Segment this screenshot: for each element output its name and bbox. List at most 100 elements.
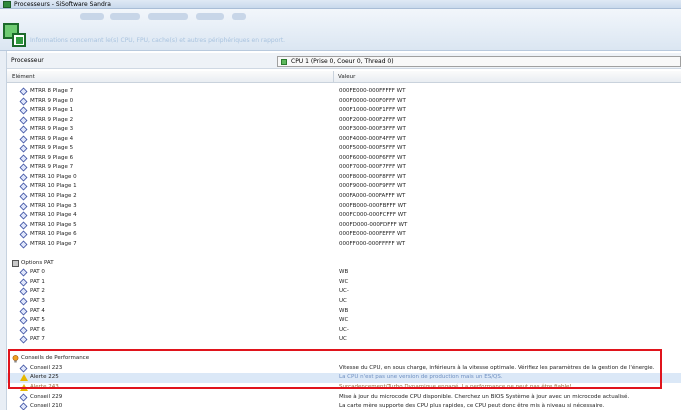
row-name: MTRR 10 Plage 5 xyxy=(30,221,77,228)
row-name: Conseil 229 xyxy=(30,393,63,400)
register-diamond-icon xyxy=(19,307,28,316)
table-row[interactable]: MTRR 9 Plage 0 000F0000-000F0FFF WT xyxy=(7,97,681,107)
table-row[interactable]: MTRR 9 Plage 6 000F6000-000F6FFF WT xyxy=(7,154,681,164)
tip-diamond-icon xyxy=(19,393,28,401)
processor-module-icon xyxy=(3,23,27,49)
row-name: MTRR 10 Plage 2 xyxy=(30,193,77,200)
register-diamond-icon xyxy=(19,240,28,249)
table-row[interactable]: MTRR 10 Plage 2 000FA000-000FAFFF WT xyxy=(7,192,681,202)
row-name: PAT 1 xyxy=(30,278,45,285)
register-diamond-icon xyxy=(19,192,28,201)
column-header-element[interactable]: Elément xyxy=(12,74,35,80)
row-value: WB xyxy=(339,269,349,276)
register-diamond-icon xyxy=(19,106,28,115)
register-diamond-icon xyxy=(19,202,28,211)
table-row[interactable]: PAT 6 UC- xyxy=(7,326,681,336)
toolbar-button[interactable] xyxy=(80,13,104,20)
title-bar: Processeurs - SiSoftware Sandra xyxy=(0,0,681,9)
row-value: 000F1000-000F1FFF WT xyxy=(339,107,406,114)
table-row[interactable]: MTRR 8 Plage 7 000FE000-000FFFFF WT xyxy=(7,87,681,97)
table-row[interactable]: PAT 0 WB xyxy=(7,268,681,278)
register-diamond-icon xyxy=(19,335,28,344)
table-row[interactable]: MTRR 9 Plage 1 000F1000-000F1FFF WT xyxy=(7,106,681,116)
row-value: 000FD000-000FDFFF WT xyxy=(339,221,408,228)
table-row[interactable]: MTRR 10 Plage 0 000F8000-000F8FFF WT xyxy=(7,173,681,183)
register-diamond-icon xyxy=(19,163,28,172)
toolbar-button[interactable] xyxy=(232,13,246,20)
section-header-pat[interactable]: Options PAT xyxy=(7,259,681,269)
row-value: 000FA000-000FAFFF WT xyxy=(339,193,406,200)
register-diamond-icon xyxy=(19,116,28,125)
row-name: MTRR 9 Plage 7 xyxy=(30,164,74,171)
row-value: UC xyxy=(339,298,347,305)
table-row[interactable]: PAT 3 UC xyxy=(7,297,681,307)
register-diamond-icon xyxy=(19,268,28,277)
table-row[interactable]: PAT 2 UC- xyxy=(7,287,681,297)
register-diamond-icon xyxy=(19,211,28,220)
table-row[interactable]: PAT 7 UC xyxy=(7,335,681,345)
register-diamond-icon xyxy=(19,154,28,163)
row-value: 000FF000-000FFFFF WT xyxy=(339,240,406,247)
table-row[interactable]: MTRR 9 Plage 4 000F4000-000F4FFF WT xyxy=(7,135,681,145)
row-value: 000FE000-000FFFFF WT xyxy=(339,88,406,94)
toolbar-button[interactable] xyxy=(148,13,188,20)
table-row[interactable]: MTRR 10 Plage 3 000FB000-000FBFFF WT xyxy=(7,202,681,212)
register-diamond-icon xyxy=(19,288,28,296)
table-row[interactable]: Conseil 229 Mise à jour du microcode CPU … xyxy=(7,393,681,403)
table-row[interactable]: Conseil 210 La carte mère supporte des CP… xyxy=(7,402,681,410)
row-name: MTRR 10 Plage 4 xyxy=(30,212,77,219)
row-value: UC- xyxy=(339,326,349,333)
row-value: 000F7000-000F7FFF WT xyxy=(339,164,406,171)
register-diamond-icon xyxy=(19,316,28,325)
column-divider[interactable] xyxy=(333,71,334,83)
table-row[interactable]: MTRR 10 Plage 5 000FD000-000FDFFF WT xyxy=(7,221,681,231)
spacer-row[interactable] xyxy=(7,249,681,259)
row-name: PAT 7 xyxy=(30,336,45,343)
row-value: 000F9000-000F9FFF WT xyxy=(339,183,406,190)
row-value: 000F5000-000F5FFF WT xyxy=(339,145,406,152)
row-value: 000F8000-000F8FFF WT xyxy=(339,173,406,180)
processor-select[interactable]: CPU 1 (Prise 0, Coeur 0, Thread 0) xyxy=(277,56,681,67)
row-value: 000F0000-000F0FFF WT xyxy=(339,97,406,104)
toolbar-button[interactable] xyxy=(196,13,224,20)
table-row[interactable]: MTRR 9 Plage 3 000F3000-000F3FFF WT xyxy=(7,125,681,135)
register-diamond-icon xyxy=(19,326,28,335)
left-scrollbar[interactable] xyxy=(0,51,7,410)
table-row[interactable]: MTRR 9 Plage 2 000F2000-000F2FFF WT xyxy=(7,116,681,126)
table-row[interactable]: MTRR 10 Plage 6 000FE000-000FEFFF WT xyxy=(7,230,681,240)
row-name: PAT 0 xyxy=(30,269,45,276)
table-row[interactable]: PAT 1 WC xyxy=(7,278,681,288)
row-value: 000FB000-000FBFFF WT xyxy=(339,202,407,209)
column-header-value[interactable]: Valeur xyxy=(338,74,355,80)
toolbar-button[interactable] xyxy=(110,13,140,20)
row-name: MTRR 10 Plage 1 xyxy=(30,183,77,190)
row-value: 000F6000-000F6FFF WT xyxy=(339,154,406,161)
table-row[interactable]: MTRR 10 Plage 1 000F9000-000F9FFF WT xyxy=(7,182,681,192)
row-name: MTRR 10 Plage 3 xyxy=(30,202,77,209)
row-name: PAT 3 xyxy=(30,298,45,305)
page-subtitle: Informations concernant le(s) CPU, FPU, … xyxy=(30,37,286,44)
table-row[interactable]: PAT 5 WC xyxy=(7,316,681,326)
table-row[interactable]: MTRR 10 Plage 4 000FC000-000FCFFF WT xyxy=(7,211,681,221)
row-value: UC- xyxy=(339,288,349,295)
row-value: WC xyxy=(339,278,349,285)
row-name: PAT 6 xyxy=(30,326,45,333)
table-row[interactable]: MTRR 10 Plage 7 000FF000-000FFFFF WT xyxy=(7,240,681,250)
table-row[interactable]: PAT 4 WB xyxy=(7,307,681,317)
row-name: MTRR 9 Plage 5 xyxy=(30,145,74,152)
register-diamond-icon xyxy=(19,144,28,153)
register-diamond-icon xyxy=(19,278,28,287)
cpu-chip-icon xyxy=(281,59,287,65)
row-value: UC xyxy=(339,336,347,343)
row-name: MTRR 9 Plage 4 xyxy=(30,135,74,142)
table-row[interactable]: MTRR 9 Plage 7 000F7000-000F7FFF WT xyxy=(7,163,681,173)
processor-selector-row: Processeur CPU 1 (Prise 0, Coeur 0, Thre… xyxy=(7,53,681,69)
register-diamond-icon xyxy=(19,97,28,106)
row-value: La carte mère supporte des CPU plus rapi… xyxy=(339,403,605,410)
table-row[interactable]: MTRR 9 Plage 5 000F5000-000F5FFF WT xyxy=(7,144,681,154)
row-value: 000F2000-000F2FFF WT xyxy=(339,116,406,123)
row-value: WC xyxy=(339,317,349,324)
row-name: MTRR 8 Plage 7 xyxy=(30,88,74,94)
row-name: PAT 4 xyxy=(30,307,45,314)
row-value: 000FE000-000FEFFF WT xyxy=(339,231,406,238)
